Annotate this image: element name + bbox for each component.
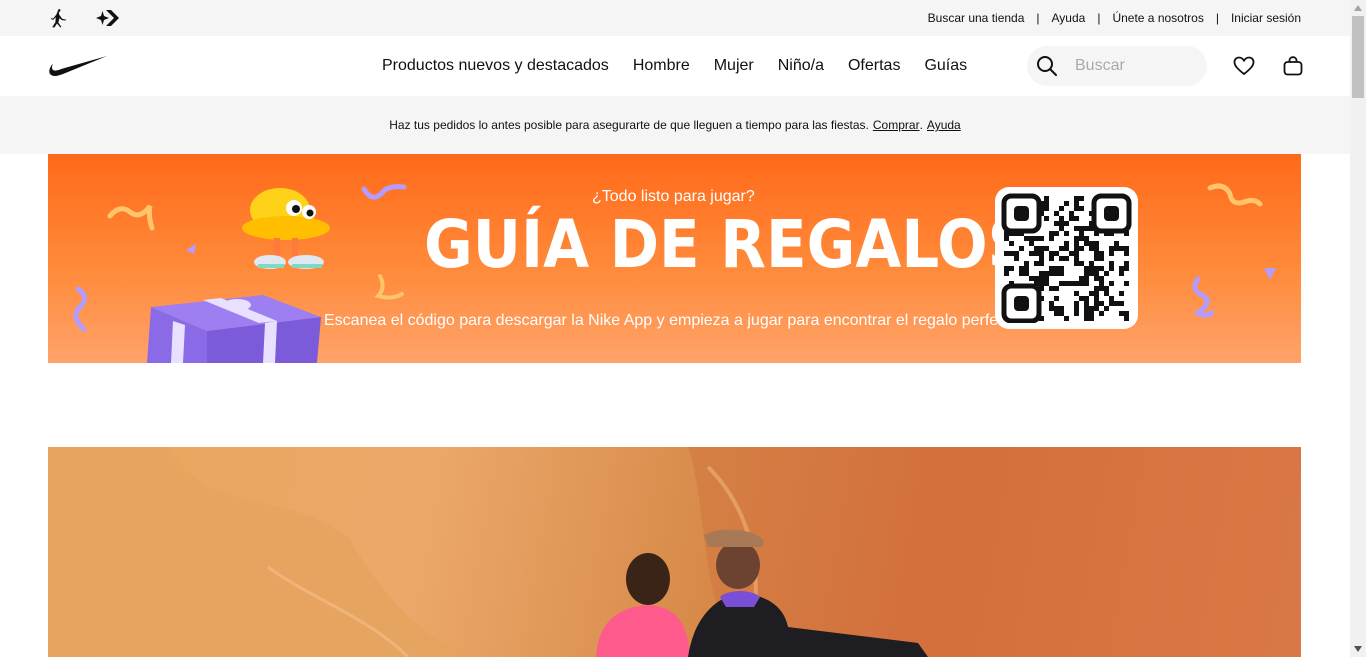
find-store-link[interactable]: Buscar una tienda xyxy=(928,11,1025,25)
gift-box-icon xyxy=(147,295,321,363)
heart-icon[interactable] xyxy=(1232,54,1256,78)
nav-women[interactable]: Mujer xyxy=(714,57,754,75)
promo-text: Haz tus pedidos lo antes posible para as… xyxy=(389,118,869,132)
utility-links: Buscar una tienda | Ayuda | Únete a noso… xyxy=(928,0,1301,36)
banner-description: Escanea el código para descargar la Nike… xyxy=(324,312,999,329)
hero-photo-illustration xyxy=(48,447,1301,657)
nav-men[interactable]: Hombre xyxy=(633,57,690,75)
nav-sale[interactable]: Ofertas xyxy=(848,57,900,75)
scrollbar[interactable] xyxy=(1350,0,1366,657)
search-icon[interactable] xyxy=(1027,46,1067,86)
help-link[interactable]: Ayuda xyxy=(1052,11,1086,25)
nav-guides[interactable]: Guías xyxy=(924,57,967,75)
gift-guide-banner[interactable]: ¿Todo listo para jugar? GUÍA DE REGALOS … xyxy=(48,154,1301,363)
utility-bar: Buscar una tienda | Ayuda | Únete a noso… xyxy=(0,0,1350,36)
search-input[interactable] xyxy=(1075,57,1195,75)
hero-image[interactable] xyxy=(48,447,1301,657)
nav-new-featured[interactable]: Productos nuevos y destacados xyxy=(382,57,609,75)
promo-help-link[interactable]: Ayuda xyxy=(927,118,961,132)
primary-nav: Productos nuevos y destacados Hombre Muj… xyxy=(382,36,991,96)
separator: | xyxy=(1036,11,1040,25)
separator: | xyxy=(1097,11,1101,25)
qr-code-icon xyxy=(1001,193,1132,323)
banner-title: GUÍA DE REGALOS xyxy=(424,206,1031,283)
join-link[interactable]: Únete a nosotros xyxy=(1112,11,1203,25)
sign-in-link[interactable]: Iniciar sesión xyxy=(1231,11,1301,25)
main-nav: Productos nuevos y destacados Hombre Muj… xyxy=(0,36,1350,96)
promo-strip: Haz tus pedidos lo antes posible para as… xyxy=(0,96,1350,154)
scroll-up-arrow-icon[interactable] xyxy=(1350,0,1366,16)
nike-swoosh-icon[interactable] xyxy=(47,54,108,78)
converse-logo-icon[interactable] xyxy=(95,7,121,29)
qr-code[interactable] xyxy=(995,187,1138,329)
nav-kids[interactable]: Niño/a xyxy=(778,57,824,75)
scroll-thumb[interactable] xyxy=(1352,16,1364,98)
jordan-logo-icon[interactable] xyxy=(48,7,70,29)
separator: | xyxy=(1215,11,1219,25)
bag-icon[interactable] xyxy=(1281,54,1305,78)
scroll-down-arrow-icon[interactable] xyxy=(1350,641,1366,657)
bucket-hat-character-icon xyxy=(242,188,330,269)
search-box[interactable] xyxy=(1027,46,1207,86)
promo-shop-link[interactable]: Comprar xyxy=(873,118,920,132)
